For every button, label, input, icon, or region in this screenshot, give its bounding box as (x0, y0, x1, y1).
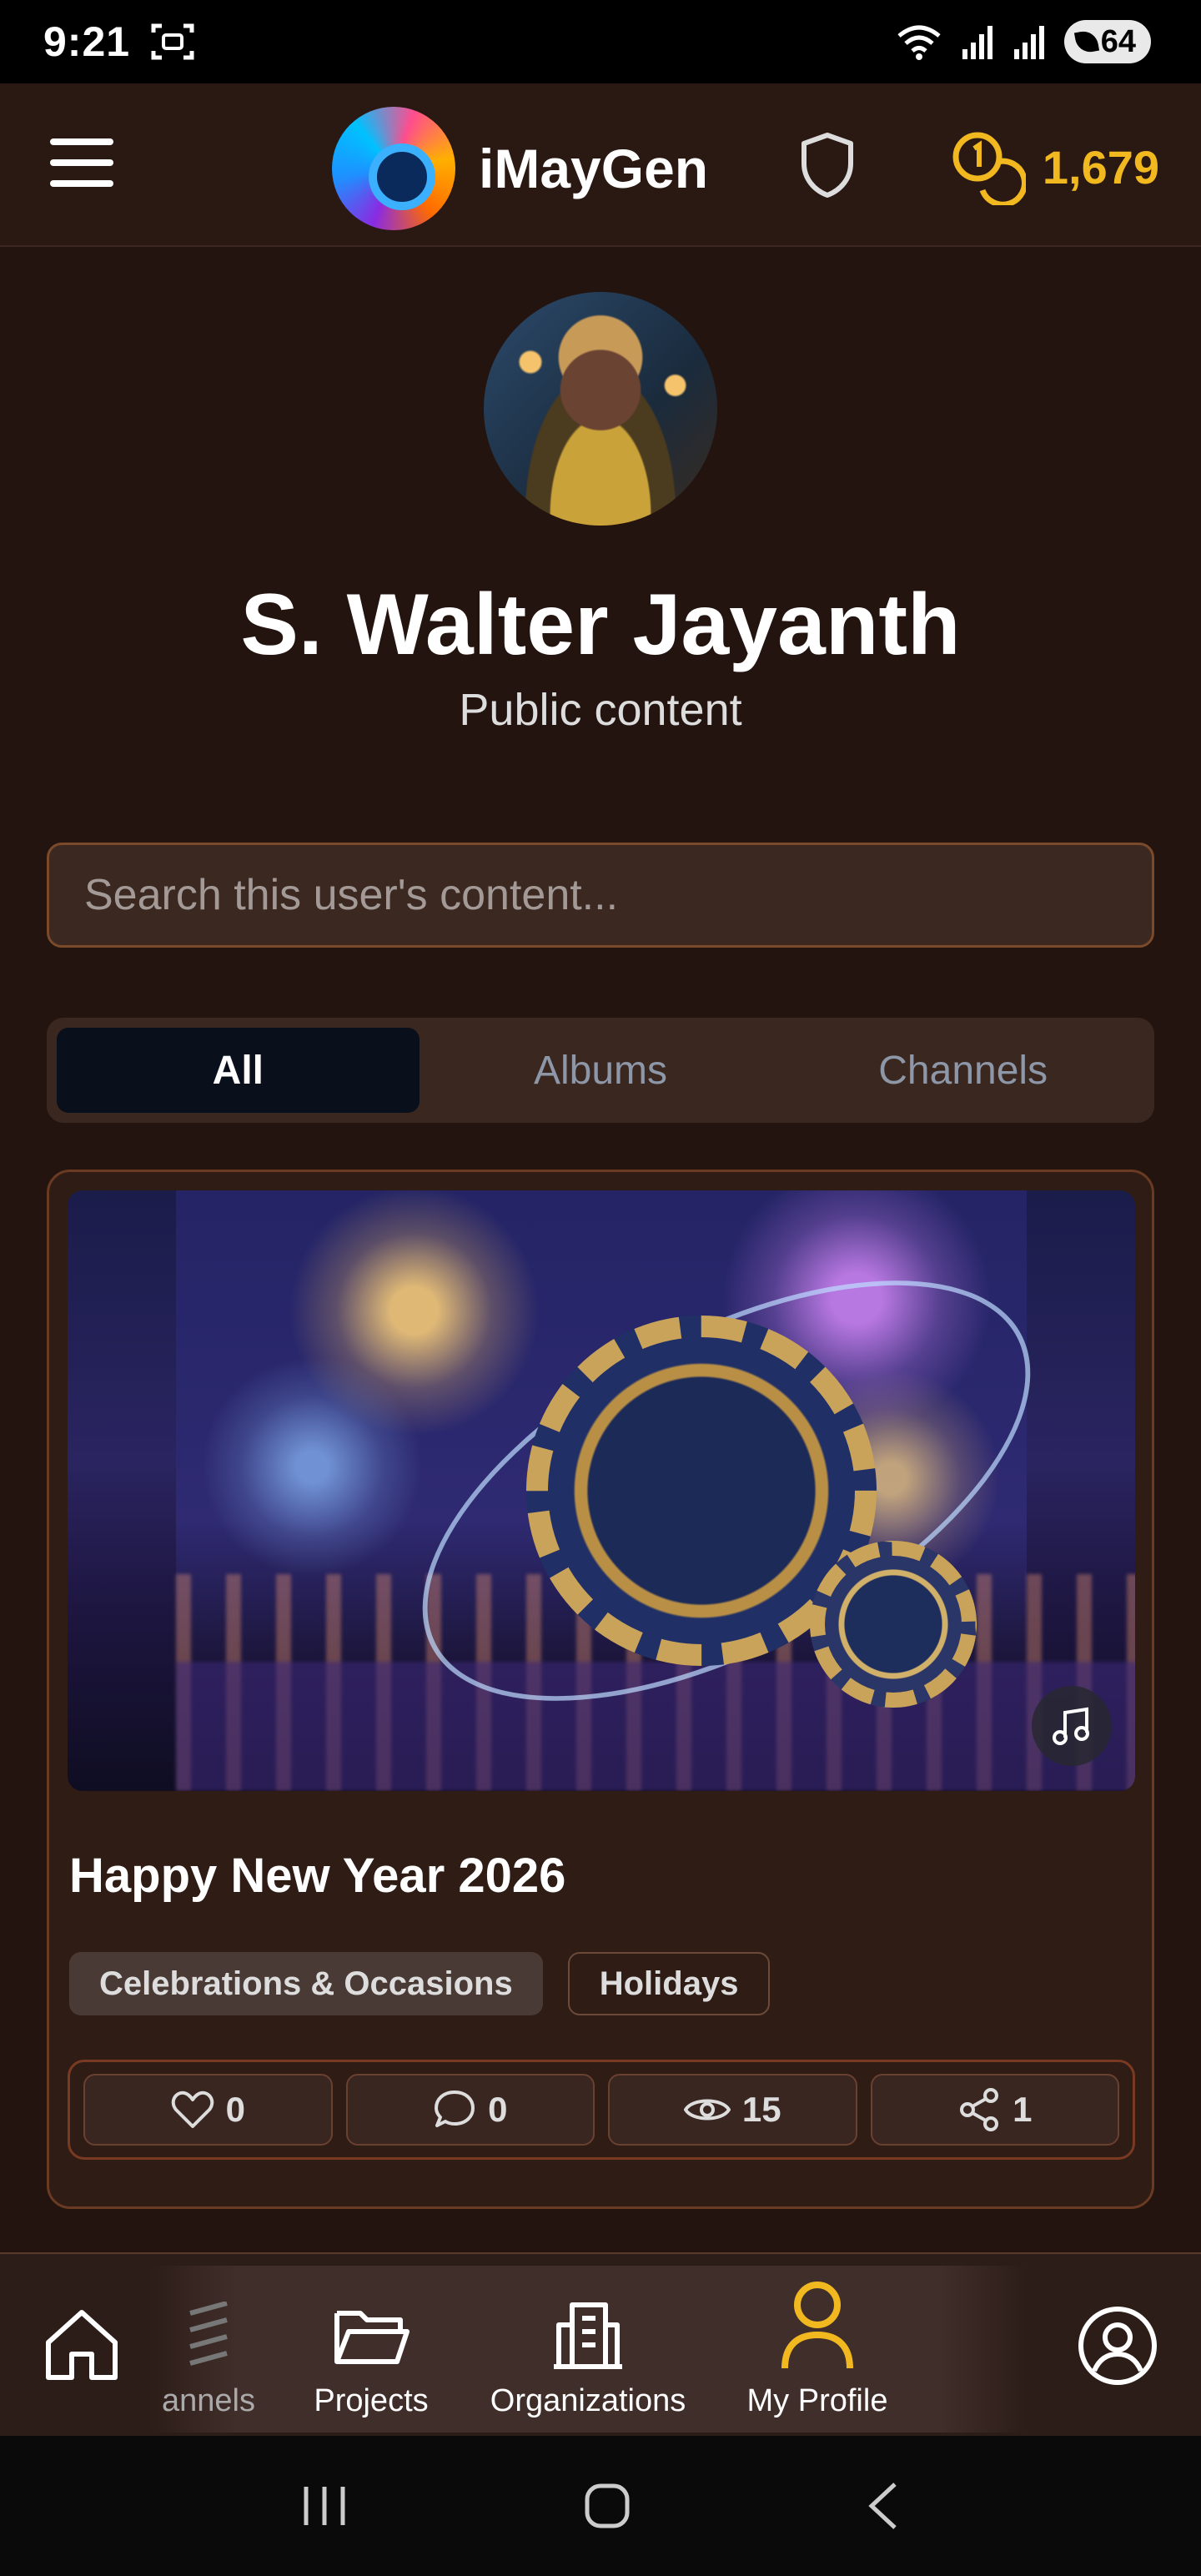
app-header: iMayGen 1,679 (0, 83, 1201, 247)
recent-apps-icon[interactable] (299, 2483, 349, 2528)
tag-celebrations[interactable]: Celebrations & Occasions (69, 1952, 543, 2015)
battery-level: 64 (1100, 23, 1136, 59)
nav-my-profile[interactable]: My Profile (726, 2266, 909, 2433)
menu-icon[interactable] (50, 138, 113, 190)
nav-label-channels: annels (162, 2383, 255, 2418)
tab-all[interactable]: All (57, 1028, 420, 1113)
app-logo (332, 107, 455, 230)
user-icon (781, 2282, 853, 2369)
content-card[interactable]: Happy New Year 2026 Celebrations & Occas… (47, 1170, 1154, 2209)
status-time: 9:21 (43, 18, 131, 65)
building-icon (554, 2302, 622, 2369)
share-icon (960, 2088, 999, 2131)
coin-balance[interactable]: 1,679 (949, 128, 1159, 205)
brand[interactable]: iMayGen (332, 107, 708, 230)
nav-organizations[interactable]: Organizations (484, 2266, 692, 2433)
wifi-icon (897, 25, 941, 60)
like-count: 0 (225, 2090, 245, 2129)
account-icon[interactable] (1076, 2304, 1159, 2387)
coins-icon (952, 132, 1026, 205)
comment-count: 0 (488, 2090, 508, 2129)
shield-icon[interactable] (799, 132, 856, 199)
card-thumbnail[interactable] (68, 1190, 1135, 1791)
home-icon[interactable] (42, 2306, 122, 2386)
home-button-icon[interactable] (582, 2481, 632, 2531)
app-name: iMayGen (479, 138, 709, 199)
status-bar: 9:21 64 (0, 0, 1201, 83)
tab-channels[interactable]: Channels (781, 1028, 1144, 1113)
share-button[interactable]: 1 (870, 2074, 1119, 2146)
content-tabs: All Albums Channels (47, 1018, 1154, 1123)
nav-label-projects: Projects (314, 2383, 429, 2418)
battery-indicator: 64 (1063, 20, 1151, 63)
channels-icon (189, 2302, 228, 2366)
tag-holidays[interactable]: Holidays (567, 1952, 771, 2015)
nav-label-my-profile: My Profile (746, 2383, 888, 2418)
profile-name: S. Walter Jayanth (240, 576, 961, 673)
thumbnail-artwork (176, 1190, 1135, 1791)
views-stat: 15 (608, 2074, 857, 2146)
nav-scroller[interactable]: annels Projects Organizations My Profile (150, 2266, 1026, 2433)
comment-icon (435, 2090, 475, 2127)
tag-list: Celebrations & Occasions Holidays (69, 1952, 771, 2015)
like-button[interactable]: 0 (83, 2074, 333, 2146)
comment-button[interactable]: 0 (345, 2074, 595, 2146)
signal-icon (962, 26, 992, 59)
screenshot-icon (151, 23, 194, 60)
heart-icon (171, 2090, 214, 2128)
small-gear (810, 1541, 977, 1708)
system-nav-bar (0, 2436, 1201, 2576)
eye-icon (683, 2099, 731, 2121)
card-title[interactable]: Happy New Year 2026 (69, 1848, 565, 1904)
tab-albums[interactable]: Albums (420, 1028, 782, 1113)
view-count: 15 (741, 2090, 781, 2129)
battery-saver-icon (1073, 28, 1099, 55)
coin-count: 1,679 (1042, 140, 1159, 194)
search-input[interactable] (47, 843, 1154, 948)
avatar[interactable] (484, 292, 717, 526)
bottom-nav: annels Projects Organizations My Profile (0, 2252, 1201, 2436)
profile-subtitle: Public content (459, 685, 742, 735)
signal-icon-2 (1013, 26, 1044, 59)
share-count: 1 (1013, 2090, 1033, 2129)
nav-projects[interactable]: Projects (300, 2266, 442, 2433)
music-note-icon[interactable] (1032, 1686, 1112, 1766)
stats-bar: 0 0 15 1 (68, 2060, 1135, 2160)
nav-channels[interactable]: annels (150, 2266, 267, 2433)
back-icon[interactable] (865, 2481, 902, 2531)
folder-icon (334, 2311, 410, 2364)
nav-label-organizations: Organizations (490, 2383, 686, 2418)
